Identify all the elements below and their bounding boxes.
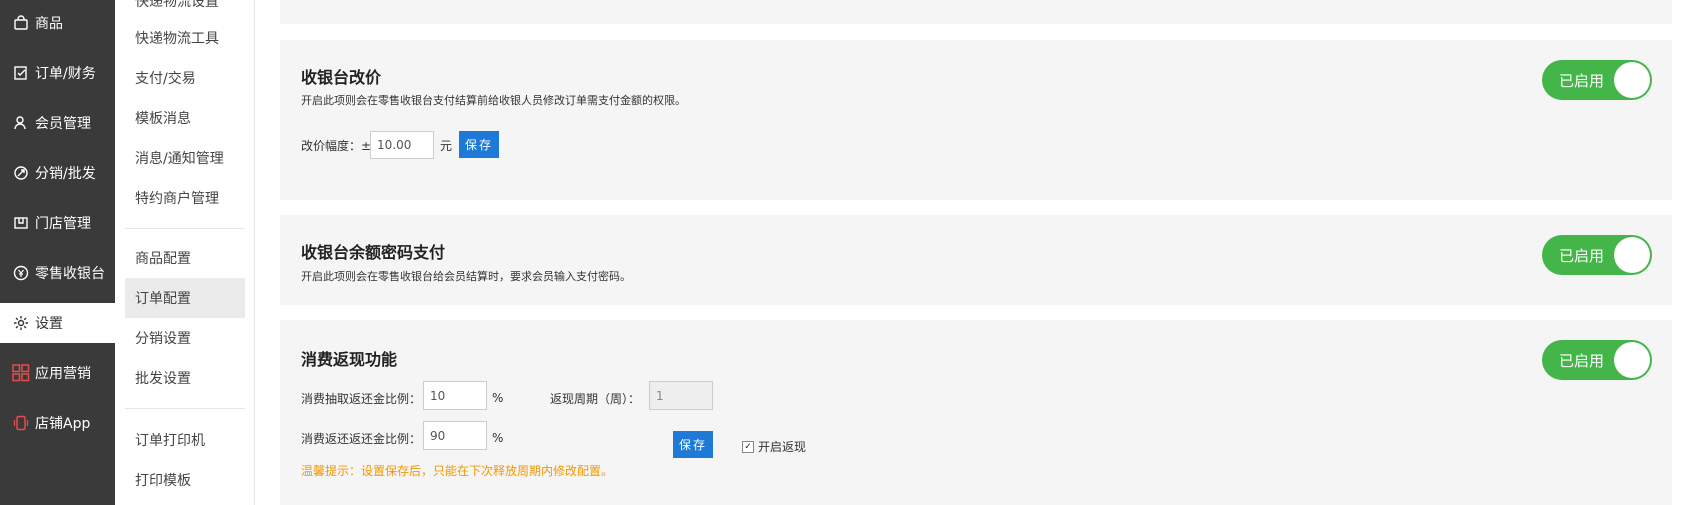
members-icon	[12, 114, 30, 132]
subnav-label: 消息/通知管理	[135, 151, 224, 167]
subnav-item-notifications[interactable]: 消息/通知管理	[125, 138, 245, 178]
range-label: 改价幅度：±	[301, 139, 372, 153]
subnav-item-template-msg[interactable]: 模板消息	[125, 98, 245, 138]
percent-sign: %	[492, 391, 504, 405]
cashback-toggle[interactable]: 已启用	[1542, 340, 1652, 380]
cashback-panel: 消费返现功能 已启用 消费抽取返还金比例： % 返现周期（周）： 消费返还返还金…	[280, 320, 1672, 505]
nav-item-cashier[interactable]: 零售收银台	[0, 253, 115, 293]
subnav-label: 快递物流工具	[135, 31, 219, 47]
return-ratio-label: 消费返还返还金比例：	[301, 432, 422, 446]
panel-title: 消费返现功能	[301, 350, 398, 369]
apps-grid-icon	[12, 364, 30, 382]
currency-unit: 元	[440, 139, 453, 153]
save-button[interactable]: 保存	[459, 131, 500, 158]
subnav-item-merchants[interactable]: 特约商户管理	[125, 178, 245, 218]
subnav-label: 打印模板	[135, 473, 191, 489]
nav-item-label: 会员管理	[35, 116, 91, 132]
price-change-toggle[interactable]: 已启用	[1542, 60, 1652, 100]
nav-item-label: 门店管理	[35, 216, 91, 232]
distribution-icon	[12, 164, 30, 182]
cashier-icon	[12, 264, 30, 282]
balance-password-panel: 收银台余额密码支付 开启此项则会在零售收银台给会员结算时，要求会员输入支付密码。…	[280, 215, 1672, 305]
nav-item-label: 设置	[35, 316, 63, 332]
checkbox-label: 开启返现	[758, 440, 807, 454]
nav-item-marketing[interactable]: 应用营销	[0, 353, 115, 393]
nav-item-label: 分销/批发	[35, 166, 96, 182]
subnav-item-distribution-settings[interactable]: 分销设置	[125, 318, 245, 358]
price-change-panel: 收银台改价 开启此项则会在零售收银台支付结算前给收银人员修改订单需支付金额的权限…	[280, 40, 1672, 200]
panel-description: 开启此项则会在零售收银台支付结算前给收银人员修改订单需支付金额的权限。	[301, 94, 686, 107]
subnav-item-payment[interactable]: 支付/交易	[125, 58, 245, 98]
toggle-label: 已启用	[1559, 246, 1605, 265]
nav-item-label: 零售收银台	[35, 266, 105, 282]
phone-icon	[12, 414, 30, 432]
toggle-label: 已启用	[1559, 71, 1605, 90]
subnav-label: 分销设置	[135, 331, 191, 347]
extract-ratio-label: 消费抽取返还金比例：	[301, 392, 422, 406]
toggle-knob	[1614, 62, 1650, 98]
percent-sign: %	[492, 431, 504, 445]
nav-item-orders[interactable]: 订单/财务	[0, 53, 115, 93]
subnav-item-order-config[interactable]: 订单配置	[125, 278, 245, 318]
price-range-input[interactable]	[370, 131, 434, 159]
previous-panel	[280, 0, 1672, 24]
panel-title: 收银台改价	[301, 68, 382, 87]
nav-item-label: 订单/财务	[35, 66, 96, 82]
nav-item-members[interactable]: 会员管理	[0, 103, 115, 143]
subnav-item-goods-config[interactable]: 商品配置	[125, 238, 245, 278]
checkmark-icon: ✓	[742, 440, 754, 453]
subnav-item-print-template[interactable]: 打印模板	[125, 460, 245, 500]
subnav-divider	[125, 408, 245, 409]
nav-item-goods[interactable]: 商品	[0, 3, 115, 43]
nav-item-settings[interactable]: 设置	[0, 303, 115, 343]
shopping-bag-icon	[12, 14, 30, 32]
subnav-item-express-tools[interactable]: 快递物流工具	[125, 18, 245, 58]
nav-item-distribution[interactable]: 分销/批发	[0, 153, 115, 193]
subnav-item-wholesale-settings[interactable]: 批发设置	[125, 358, 245, 398]
main-content: 收银台改价 开启此项则会在零售收银台支付结算前给收银人员修改订单需支付金额的权限…	[255, 0, 1696, 505]
subnav-label: 商品配置	[135, 251, 191, 267]
settings-subnav: 快递物流设置 快递物流工具 支付/交易 模板消息 消息/通知管理 特约商户管理 …	[115, 0, 255, 505]
balance-password-toggle[interactable]: 已启用	[1542, 235, 1652, 275]
subnav-label: 快递物流设置	[135, 0, 219, 10]
subnav-divider	[125, 228, 245, 229]
order-icon	[12, 64, 30, 82]
nav-item-label: 店铺App	[35, 416, 91, 432]
subnav-label: 订单打印机	[135, 433, 205, 449]
subnav-label: 模板消息	[135, 111, 191, 127]
toggle-knob	[1614, 237, 1650, 273]
warm-tip: 温馨提示：设置保存后，只能在下次释放周期内修改配置。	[301, 464, 614, 478]
extract-ratio-input[interactable]	[423, 381, 487, 410]
gear-icon	[12, 314, 30, 332]
subnav-item-printer[interactable]: 订单打印机	[125, 420, 245, 460]
subnav-label: 批发设置	[135, 371, 191, 387]
store-icon	[12, 214, 30, 232]
save-button[interactable]: 保存	[673, 431, 714, 458]
nav-item-label: 商品	[35, 16, 63, 32]
panel-description: 开启此项则会在零售收银台给会员结算时，要求会员输入支付密码。	[301, 270, 631, 283]
nav-item-app[interactable]: 店铺App	[0, 403, 115, 443]
toggle-knob	[1614, 342, 1650, 378]
cashback-period-input	[649, 381, 713, 410]
enable-cashback-checkbox[interactable]: ✓ 开启返现	[742, 438, 806, 455]
return-ratio-input[interactable]	[423, 421, 487, 450]
nav-item-label: 应用营销	[35, 366, 91, 382]
toggle-label: 已启用	[1559, 351, 1605, 370]
nav-item-stores[interactable]: 门店管理	[0, 203, 115, 243]
panel-title: 收银台余额密码支付	[301, 243, 446, 262]
cashback-period-label: 返现周期（周）：	[550, 392, 641, 406]
primary-nav: 商品 订单/财务 会员管理 分销/批发 门店管理 零售收银台 设置 应用营销 店…	[0, 0, 115, 505]
subnav-label: 支付/交易	[135, 71, 196, 87]
subnav-label: 订单配置	[135, 291, 191, 307]
subnav-label: 特约商户管理	[135, 191, 219, 207]
